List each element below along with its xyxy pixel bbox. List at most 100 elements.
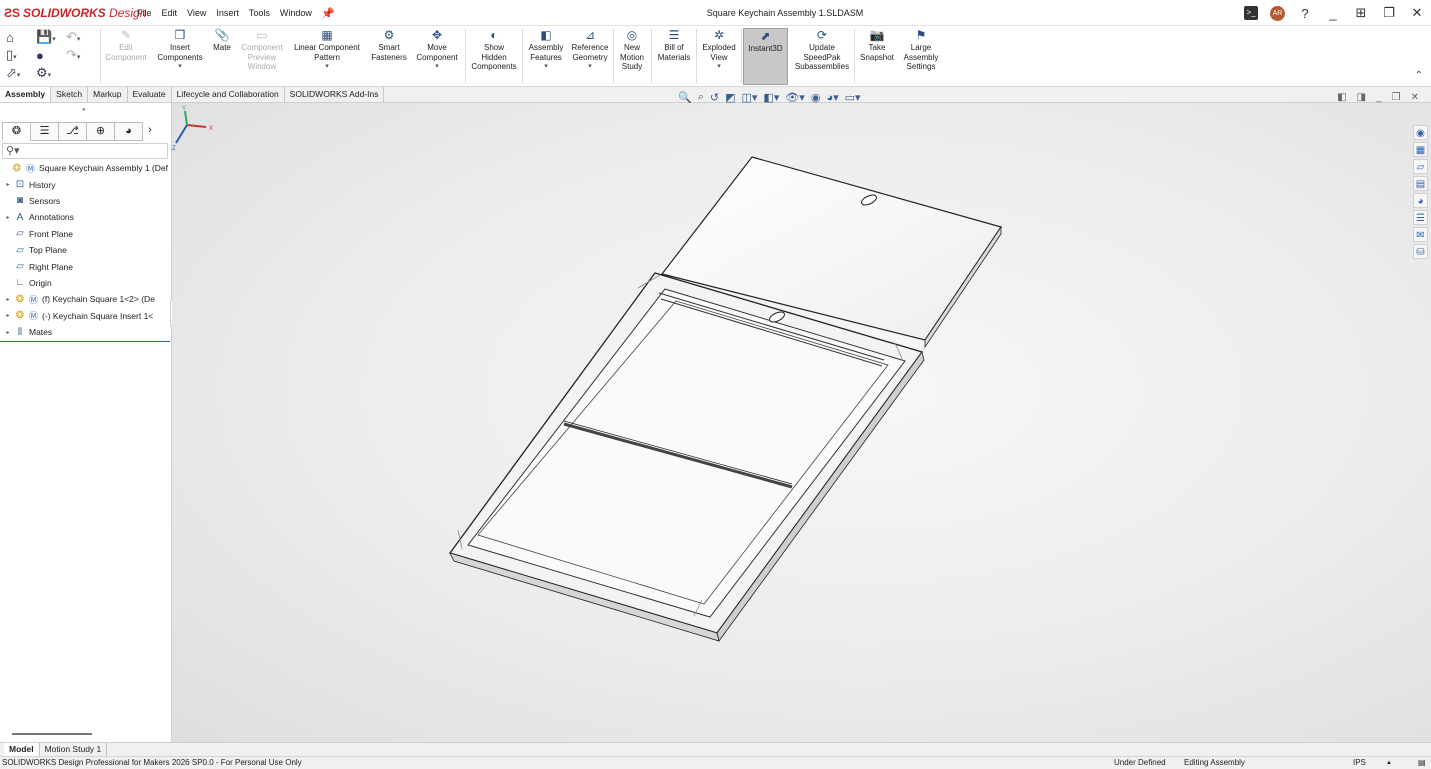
tab-sketch[interactable]: Sketch: [51, 87, 89, 102]
view-palette-icon[interactable]: ▤: [1413, 176, 1428, 191]
tree-filter-icon[interactable]: ⚲▾: [2, 143, 168, 159]
select-icon[interactable]: ⬀▾: [6, 65, 28, 81]
save-icon[interactable]: 💾▾: [36, 29, 58, 45]
model-tab-model[interactable]: Model: [4, 743, 40, 756]
tile-button[interactable]: ⊞: [1353, 5, 1369, 21]
tree-item[interactable]: ▸ ❂ Ⓜ (-) Keychain Square Insert 1<: [0, 308, 170, 324]
mate-button[interactable]: 📎 Mate: [209, 28, 235, 53]
large-assembly-settings-button[interactable]: ⚑ Large Assembly Settings: [900, 28, 942, 72]
tab-assembly[interactable]: Assembly: [0, 87, 52, 102]
smart-fasteners-button[interactable]: ⚙ Smart Fasteners: [368, 28, 410, 62]
status-tooltip-icon[interactable]: ▤: [1418, 757, 1426, 769]
menu-tools[interactable]: Tools: [244, 0, 275, 26]
reference-triad[interactable]: X Y Z: [172, 103, 222, 153]
units-chevron-icon[interactable]: ▲: [1386, 757, 1392, 769]
assembly-features-button[interactable]: ◧ Assembly Features ▾: [525, 28, 567, 72]
collapse-ribbon-icon[interactable]: ⌃: [1415, 70, 1423, 81]
help-icon[interactable]: ?: [1297, 6, 1313, 21]
new-motion-study-button[interactable]: ◎ New Motion Study: [616, 28, 648, 72]
undo-icon[interactable]: ↶▾: [66, 29, 88, 45]
tree-item[interactable]: ◙ Sensors: [0, 193, 170, 209]
keychain-insert-part[interactable]: [448, 272, 925, 642]
dropdown-arrow-icon[interactable]: ▾: [698, 62, 740, 72]
tab-markup[interactable]: Markup: [88, 87, 128, 102]
feature-tree-tab-icon[interactable]: ❂: [2, 122, 31, 141]
design-library-icon[interactable]: ▦: [1413, 142, 1428, 157]
show-hidden-components-button[interactable]: ◐ Show Hidden Components: [468, 28, 520, 72]
split-left-icon[interactable]: ◧: [1337, 92, 1346, 103]
expand-arrow-icon[interactable]: ▸: [3, 296, 13, 303]
viewport-close-icon[interactable]: ✕: [1411, 92, 1419, 103]
component-preview-window-button[interactable]: ▭ Component Preview Window: [238, 28, 286, 72]
menu-file[interactable]: File: [132, 0, 157, 26]
new-document-icon[interactable]: ▯▾: [6, 47, 28, 63]
appearances-icon[interactable]: ◕: [1413, 193, 1428, 208]
pin-menu-icon[interactable]: 📌: [317, 7, 339, 20]
expand-arrow-icon[interactable]: ▸: [3, 214, 13, 221]
toolbox-icon[interactable]: ⛁: [1413, 244, 1428, 259]
solidworks-resources-icon[interactable]: ◉: [1413, 125, 1428, 140]
terminal-icon[interactable]: >_: [1244, 6, 1258, 20]
insert-components-button[interactable]: ❒ Insert Components ▾: [154, 28, 206, 72]
reference-geometry-button[interactable]: ⊿ Reference Geometry ▾: [568, 28, 612, 72]
move-component-button[interactable]: ✥ Move Component ▾: [413, 28, 461, 72]
tree-item[interactable]: ∟ Origin: [0, 275, 170, 291]
linear-component-pattern-button[interactable]: ▦ Linear Component Pattern ▾: [290, 28, 364, 72]
tree-item[interactable]: ❂ Ⓜ Square Keychain Assembly 1 (Def: [0, 160, 170, 176]
viewport-minimize-icon[interactable]: _: [1376, 92, 1382, 103]
dropdown-arrow-icon[interactable]: ▾: [525, 62, 567, 72]
split-right-icon[interactable]: ◨: [1357, 92, 1366, 103]
tree-item[interactable]: ▸ ❂ Ⓜ (f) Keychain Square 1<2> (De: [0, 291, 170, 307]
redo-icon[interactable]: ↷▾: [66, 47, 88, 63]
update-speedpak-subassemblies-button[interactable]: ⟳ Update SpeedPak Subassemblies: [791, 28, 853, 72]
tab-lifecycle-and-collaboration[interactable]: Lifecycle and Collaboration: [172, 87, 285, 102]
forum-icon[interactable]: ✉: [1413, 227, 1428, 242]
tree-item[interactable]: ▸ ⫴ Mates: [0, 324, 170, 340]
take-snapshot-button[interactable]: 📷 Take Snapshot: [857, 28, 897, 62]
options-gear-icon[interactable]: ⚙▾: [36, 65, 58, 81]
model-viewport[interactable]: [172, 103, 1431, 742]
panel-grip-icon[interactable]: ●: [82, 107, 86, 113]
app-logo[interactable]: ƧS SOLIDWORKS Design: [4, 6, 146, 20]
custom-properties-icon[interactable]: ☰: [1413, 210, 1428, 225]
bill-of-materials-button[interactable]: ☰ Bill of Materials: [654, 28, 694, 62]
tree-rollback-bar[interactable]: [0, 341, 170, 343]
menu-edit[interactable]: Edit: [157, 0, 183, 26]
expand-arrow-icon[interactable]: ▸: [3, 181, 13, 188]
more-tabs-chevron-icon[interactable]: ›: [142, 122, 158, 141]
menu-insert[interactable]: Insert: [211, 0, 244, 26]
dropdown-arrow-icon[interactable]: ▾: [568, 62, 612, 72]
unit-system[interactable]: IPS: [1353, 757, 1366, 769]
property-manager-tab-icon[interactable]: ☰: [30, 122, 59, 141]
minimize-button[interactable]: _: [1325, 6, 1341, 21]
tab-evaluate[interactable]: Evaluate: [128, 87, 172, 102]
menu-view[interactable]: View: [182, 0, 211, 26]
user-avatar[interactable]: AR: [1270, 5, 1285, 21]
dropdown-arrow-icon[interactable]: ▾: [413, 62, 461, 72]
viewport-restore-icon[interactable]: ❐: [1392, 92, 1401, 103]
menu-window[interactable]: Window: [275, 0, 317, 26]
close-button[interactable]: ✕: [1409, 5, 1425, 21]
home-icon[interactable]: ⌂: [6, 30, 28, 45]
tab-solidworks-add-ins[interactable]: SOLIDWORKS Add-Ins: [285, 87, 385, 102]
tree-item[interactable]: ▱ Right Plane: [0, 258, 170, 274]
exploded-view-button[interactable]: ✲ Exploded View ▾: [698, 28, 740, 72]
instant3d-button[interactable]: ⬈ Instant3D: [743, 28, 788, 85]
edit-component-button[interactable]: ✎ Edit Component: [102, 28, 150, 62]
graphics-area[interactable]: ◉ ▦ ▱ ▤ ◕ ☰ ✉ ⛁ X Y Z: [172, 103, 1431, 742]
tree-item[interactable]: ▱ Top Plane: [0, 242, 170, 258]
dropdown-arrow-icon[interactable]: ▾: [154, 62, 206, 72]
dropdown-arrow-icon[interactable]: ▾: [290, 62, 364, 72]
expand-arrow-icon[interactable]: ▸: [3, 312, 13, 319]
tree-item[interactable]: ▸ A Annotations: [0, 209, 170, 225]
restore-button[interactable]: ❐: [1381, 5, 1397, 21]
expand-arrow-icon[interactable]: ▸: [3, 329, 13, 336]
tree-item[interactable]: ▱ Front Plane: [0, 226, 170, 242]
file-explorer-icon[interactable]: ▱: [1413, 159, 1428, 174]
tree-item[interactable]: ▸ ⊡ History: [0, 176, 170, 192]
configuration-manager-tab-icon[interactable]: ⎇: [58, 122, 87, 141]
horizontal-scrollbar[interactable]: [12, 733, 92, 735]
dimxpert-tab-icon[interactable]: ⊕: [86, 122, 115, 141]
model-tab-motion-study-1[interactable]: Motion Study 1: [40, 743, 108, 756]
rebuild-icon[interactable]: ●: [36, 48, 58, 63]
